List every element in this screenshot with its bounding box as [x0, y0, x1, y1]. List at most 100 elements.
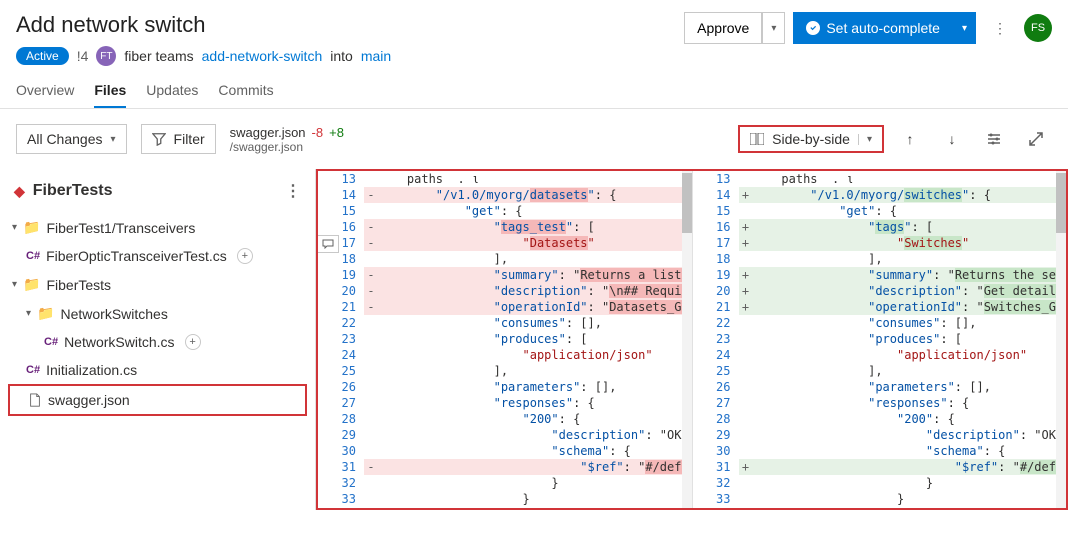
user-avatar[interactable]: FS — [1024, 14, 1052, 42]
code-line[interactable]: 24 "application/json" — [318, 347, 692, 363]
tree-root-header[interactable]: ◆ FiberTests ⋮ — [8, 175, 307, 207]
side-by-side-icon — [750, 133, 764, 145]
all-changes-dropdown[interactable]: All Changes▾ — [16, 124, 127, 154]
code-line[interactable]: 27 "responses": { — [693, 395, 1067, 411]
code-line[interactable]: 28 "200": { — [693, 411, 1067, 427]
tree-folder[interactable]: ▾ 📁 FiberTests — [8, 270, 307, 299]
pr-meta: Active !4 FT fiber teams add-network-swi… — [16, 46, 391, 66]
set-auto-dropdown[interactable]: ▾ — [953, 12, 976, 44]
code-line[interactable]: 16+ "tags": [ — [693, 219, 1067, 235]
code-line[interactable]: 15 "get": { — [318, 203, 692, 219]
csharp-icon: C# — [26, 364, 40, 376]
code-line[interactable]: 14- "/v1.0/myorg/datasets": { — [318, 187, 692, 203]
code-line[interactable]: 31- "$ref": "#/definit — [318, 459, 692, 475]
code-line[interactable]: 21+ "operationId": "Switches_GetSw — [693, 299, 1067, 315]
lines-added: +8 — [329, 125, 344, 140]
tab-files[interactable]: Files — [94, 74, 126, 108]
code-line[interactable]: 22 "consumes": [], — [318, 315, 692, 331]
diff-viewer: 13 paths . ι14- "/v1.0/myorg/datasets": … — [316, 169, 1068, 510]
code-line[interactable]: 33 } — [693, 491, 1067, 507]
code-line[interactable]: 29 "description": "OK", — [318, 427, 692, 443]
code-line[interactable]: 13 paths . ι — [693, 171, 1067, 187]
page-header: Add network switch Active !4 FT fiber te… — [0, 0, 1068, 66]
code-line[interactable]: 14+ "/v1.0/myorg/switches": { — [693, 187, 1067, 203]
add-comment-icon[interactable]: + — [185, 334, 201, 350]
chevron-down-icon: ▾ — [771, 23, 776, 34]
tab-commits[interactable]: Commits — [218, 74, 273, 108]
view-mode-dropdown[interactable]: Side-by-side ▾ — [738, 125, 884, 153]
tree-file-selected[interactable]: swagger.json — [8, 384, 307, 416]
arrow-up-icon: ↑ — [907, 131, 914, 147]
tab-updates[interactable]: Updates — [146, 74, 198, 108]
chevron-down-icon: ▾ — [962, 23, 967, 34]
code-line[interactable]: 29 "description": "OK", — [693, 427, 1067, 443]
code-line[interactable]: 33 } — [318, 491, 692, 507]
code-line[interactable]: 18 ], — [318, 251, 692, 267]
chevron-down-icon: ▾ — [12, 279, 17, 290]
code-line[interactable]: 24 "application/json" — [693, 347, 1067, 363]
scrollbar[interactable] — [682, 171, 692, 508]
code-line[interactable]: 30 "schema": { — [318, 443, 692, 459]
code-line[interactable]: 15 "get": { — [693, 203, 1067, 219]
add-comment-icon[interactable]: + — [237, 248, 253, 264]
approve-dropdown[interactable]: ▾ — [762, 12, 785, 44]
pr-tabs: Overview Files Updates Commits — [0, 66, 1068, 109]
tree-file[interactable]: C# NetworkSwitch.cs + — [8, 328, 307, 356]
code-line[interactable]: 25 ], — [318, 363, 692, 379]
code-line[interactable]: 17- "Datasets" — [318, 235, 692, 251]
code-line[interactable]: 30 "schema": { — [693, 443, 1067, 459]
file-icon — [28, 393, 42, 407]
code-line[interactable]: 20+ "description": "Get detailed s — [693, 283, 1067, 299]
code-line[interactable]: 32 } — [318, 475, 692, 491]
tab-overview[interactable]: Overview — [16, 74, 74, 108]
code-line[interactable]: 23 "produces": [ — [693, 331, 1067, 347]
scrollbar[interactable] — [1056, 171, 1066, 508]
prev-diff-button[interactable]: ↑ — [894, 123, 926, 155]
code-line[interactable]: 13 paths . ι — [318, 171, 692, 187]
tree-file[interactable]: C# FiberOpticTransceiverTest.cs + — [8, 242, 307, 270]
code-line[interactable]: 27 "responses": { — [318, 395, 692, 411]
code-line[interactable]: 23 "produces": [ — [318, 331, 692, 347]
set-auto-complete-button[interactable]: Set auto-complete — [793, 12, 953, 44]
diff-left-pane[interactable]: 13 paths . ι14- "/v1.0/myorg/datasets": … — [318, 171, 692, 508]
settings-button[interactable] — [978, 123, 1010, 155]
code-line[interactable]: 32 } — [693, 475, 1067, 491]
more-vert-icon[interactable]: ⋮ — [285, 181, 301, 201]
pr-id: !4 — [77, 48, 89, 64]
diff-right-pane[interactable]: 13 paths . ι14+ "/v1.0/myorg/switches": … — [692, 171, 1067, 508]
next-diff-button[interactable]: ↓ — [936, 123, 968, 155]
code-line[interactable]: 20- "description": "\n## Required — [318, 283, 692, 299]
code-line[interactable]: 25 ], — [693, 363, 1067, 379]
folder-icon: 📁 — [37, 305, 54, 322]
code-line[interactable]: 19- "summary": "Returns a list of — [318, 267, 692, 283]
main-content: ◆ FiberTests ⋮ ▾ 📁 FiberTest1/Transceive… — [0, 169, 1068, 510]
tree-folder[interactable]: ▾ 📁 NetworkSwitches — [8, 299, 307, 328]
code-line[interactable]: 18 ], — [693, 251, 1067, 267]
chevron-down-icon: ▾ — [111, 134, 116, 145]
into-label: into — [330, 48, 353, 64]
code-line[interactable]: 26 "parameters": [], — [693, 379, 1067, 395]
target-branch-link[interactable]: main — [361, 48, 391, 64]
code-line[interactable]: 28 "200": { — [318, 411, 692, 427]
filter-button[interactable]: Filter — [141, 124, 216, 154]
add-comment-button[interactable] — [317, 235, 339, 253]
more-vert-icon: ⋮ — [993, 20, 1007, 37]
code-line[interactable]: 26 "parameters": [], — [318, 379, 692, 395]
source-branch-link[interactable]: add-network-switch — [202, 48, 323, 64]
code-line[interactable]: 22 "consumes": [], — [693, 315, 1067, 331]
fullscreen-button[interactable] — [1020, 123, 1052, 155]
approve-button[interactable]: Approve — [684, 12, 762, 44]
filter-icon — [152, 132, 166, 146]
code-line[interactable]: 17+ "Switches" — [693, 235, 1067, 251]
code-line[interactable]: 19+ "summary": "Returns the select — [693, 267, 1067, 283]
status-badge: Active — [16, 47, 69, 65]
code-line[interactable]: 16- "tags_test": [ — [318, 219, 692, 235]
file-info: swagger.json -8 +8 /swagger.json — [230, 125, 344, 154]
page-title: Add network switch — [16, 12, 391, 38]
code-line[interactable]: 21- "operationId": "Datasets_GetD — [318, 299, 692, 315]
code-line[interactable]: 31+ "$ref": "#/definit — [693, 459, 1067, 475]
tree-folder[interactable]: ▾ 📁 FiberTest1/Transceivers — [8, 213, 307, 242]
chevron-down-icon: ▾ — [12, 222, 17, 233]
tree-file[interactable]: C# Initialization.cs — [8, 356, 307, 384]
more-actions-button[interactable]: ⋮ — [984, 12, 1016, 44]
